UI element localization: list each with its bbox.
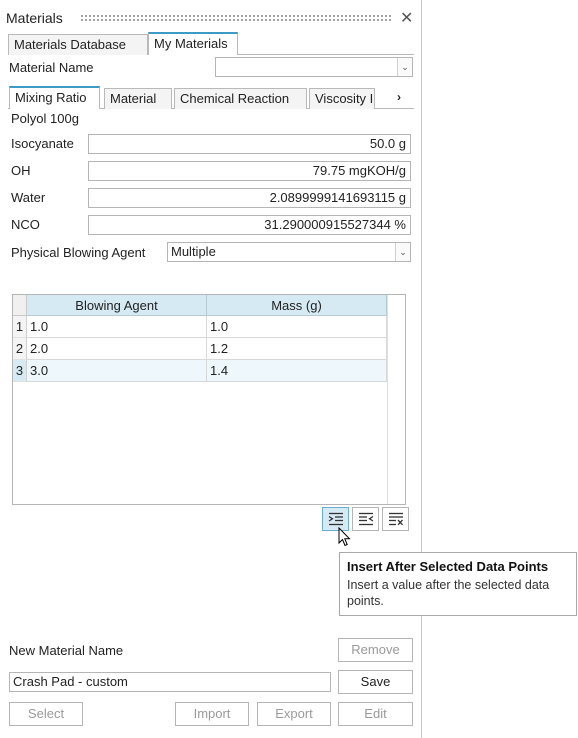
water-label: Water xyxy=(11,190,46,205)
panel-title: Materials xyxy=(6,10,63,26)
tab-materials-database[interactable]: Materials Database xyxy=(8,34,148,55)
new-material-input[interactable]: Crash Pad - custom xyxy=(9,672,331,692)
oh-field[interactable]: 79.75 mgKOH/g xyxy=(88,161,411,181)
row-number[interactable]: 3 xyxy=(13,360,27,382)
save-button[interactable]: Save xyxy=(338,670,413,694)
column-header-mass[interactable]: Mass (g) xyxy=(207,295,387,316)
chevron-down-icon: ⌄ xyxy=(395,243,410,261)
drag-grip[interactable] xyxy=(80,14,392,22)
water-field[interactable]: 2.0899999141693115 g xyxy=(88,188,411,208)
tab-chemical-reaction[interactable]: Chemical Reaction xyxy=(174,88,307,109)
tab-material[interactable]: Material xyxy=(104,88,172,109)
blowing-agent-label: Physical Blowing Agent xyxy=(11,245,146,260)
select-button[interactable]: Select xyxy=(9,702,83,726)
edit-button[interactable]: Edit xyxy=(338,702,413,726)
chevron-down-icon: ⌄ xyxy=(397,58,412,76)
table-cell[interactable]: 1.0 xyxy=(27,316,207,338)
materials-panel: Materials ✕ Materials Database My Materi… xyxy=(0,0,422,738)
tab-viscosity[interactable]: Viscosity I xyxy=(309,88,375,109)
mouse-cursor-icon xyxy=(338,527,351,547)
insert-after-icon xyxy=(328,512,343,526)
material-name-select[interactable]: ⌄ xyxy=(215,57,413,77)
section-title: Polyol 100g xyxy=(11,111,79,126)
new-material-label: New Material Name xyxy=(9,643,124,658)
import-button[interactable]: Import xyxy=(175,702,249,726)
export-button[interactable]: Export xyxy=(257,702,331,726)
nco-field[interactable]: 31.290000915527344 % xyxy=(88,215,411,235)
close-icon[interactable]: ✕ xyxy=(400,8,413,28)
delete-rows-button[interactable] xyxy=(382,507,409,531)
table-corner[interactable] xyxy=(13,295,27,316)
insert-before-button[interactable] xyxy=(352,507,379,531)
tooltip: Insert After Selected Data Points Insert… xyxy=(339,552,577,616)
chevron-right-icon[interactable]: › xyxy=(397,90,401,104)
row-number[interactable]: 2 xyxy=(13,338,27,360)
oh-label: OH xyxy=(11,163,31,178)
blowing-agent-select[interactable]: Multiple ⌄ xyxy=(167,242,411,262)
nco-label: NCO xyxy=(11,217,40,232)
table-cell[interactable]: 1.2 xyxy=(207,338,387,360)
tooltip-description: Insert a value after the selected data p… xyxy=(347,578,550,608)
isocyanate-label: Isocyanate xyxy=(11,136,74,151)
insert-before-icon xyxy=(358,512,373,526)
column-header-blowing-agent[interactable]: Blowing Agent xyxy=(27,295,207,316)
tooltip-title: Insert After Selected Data Points xyxy=(347,559,549,574)
table-cell[interactable]: 3.0 xyxy=(27,360,207,382)
material-name-label: Material Name xyxy=(9,60,94,75)
isocyanate-field[interactable]: 50.0 g xyxy=(88,134,411,154)
blowing-agent-table: Blowing Agent Mass (g) 1 1.0 1.0 2 2.0 1… xyxy=(12,294,406,505)
table-cell[interactable]: 1.0 xyxy=(207,316,387,338)
remove-button[interactable]: Remove xyxy=(338,638,413,662)
tab-my-materials[interactable]: My Materials xyxy=(148,32,238,55)
table-cell[interactable]: 2.0 xyxy=(27,338,207,360)
tab-mixing-ratio[interactable]: Mixing Ratio xyxy=(9,86,100,109)
row-number[interactable]: 1 xyxy=(13,316,27,338)
table-scrollbar[interactable] xyxy=(387,295,405,504)
table-cell[interactable]: 1.4 xyxy=(207,360,387,382)
delete-rows-icon xyxy=(388,512,403,526)
